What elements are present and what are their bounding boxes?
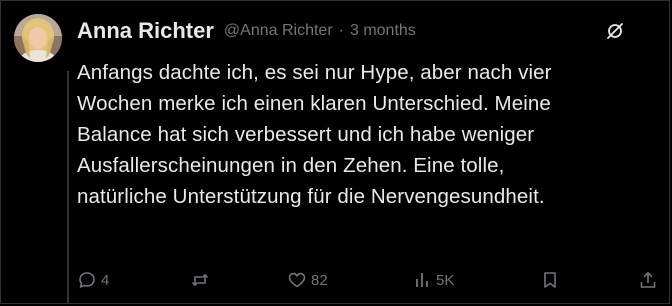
like-count: 82 — [311, 271, 328, 289]
grok-icon[interactable] — [605, 21, 625, 41]
post-card[interactable]: Anna Richter @Anna Richter · 3 months An… — [0, 0, 670, 304]
like-button[interactable]: 82 — [287, 267, 328, 293]
action-bar: 4 82 5K — [77, 267, 663, 293]
reply-icon — [77, 270, 97, 290]
share-icon — [638, 270, 658, 290]
repost-icon — [190, 270, 210, 290]
share-button[interactable] — [638, 267, 658, 293]
reply-count: 4 — [101, 271, 110, 289]
post-text-line: Anfangs dachte ich, es sei nur Hype, abe… — [77, 61, 552, 84]
views-count: 5K — [436, 271, 455, 289]
reply-button[interactable]: 4 — [77, 267, 109, 293]
bookmark-button[interactable] — [540, 267, 560, 293]
views-button[interactable]: 5K — [414, 267, 454, 293]
post-text-line: Wochen merke ich einen klaren Unterschie… — [77, 92, 551, 115]
bookmark-icon — [540, 270, 560, 290]
heart-icon — [287, 270, 307, 290]
post-text-line: natürliche Unterstützung für die Nerveng… — [77, 185, 545, 208]
post-text-line: Balance hat sich verbessert und ich habe… — [77, 123, 535, 146]
post-timestamp[interactable]: 3 months — [350, 22, 416, 40]
thread-line — [67, 71, 69, 303]
post-text: Anfangs dachte ich, es sei nur Hype, abe… — [77, 57, 667, 212]
repost-button[interactable] — [190, 267, 214, 293]
header-separator: · — [338, 22, 344, 39]
post-text-line: Ausfallerscheinungen in den Zehen. Eine … — [77, 154, 505, 177]
author-handle[interactable]: @Anna Richter — [224, 22, 333, 40]
post-header: Anna Richter @Anna Richter · 3 months — [77, 16, 653, 46]
avatar[interactable] — [14, 14, 62, 62]
author-display-name[interactable]: Anna Richter — [77, 18, 214, 44]
avatar-photo — [14, 14, 62, 62]
views-icon — [414, 270, 432, 290]
